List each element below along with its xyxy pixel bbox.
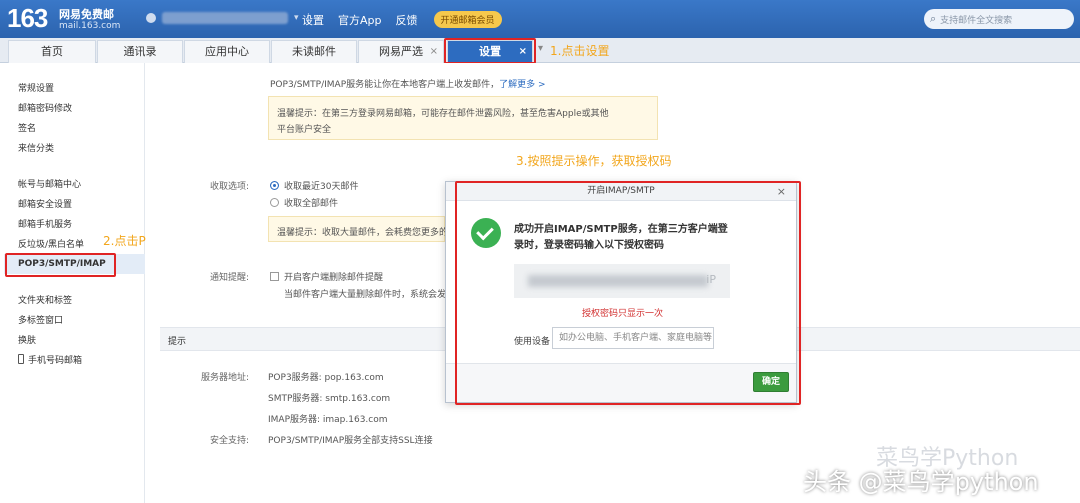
search-icon: ⌕ bbox=[930, 12, 937, 25]
warning-line-1: 温馨提示：在第三方登录网易邮箱，可能存在邮件泄露风险，甚至危害Apple或其他 bbox=[277, 109, 609, 119]
pop3-server: POP3服务器: pop.163.com bbox=[268, 373, 384, 383]
sidebar-item-security[interactable]: 邮箱安全设置 bbox=[18, 197, 72, 210]
account-name-blurred bbox=[162, 11, 288, 24]
hint-title: 提示 bbox=[168, 337, 187, 347]
chevron-down-icon[interactable]: ▾ bbox=[538, 43, 543, 54]
tab-bar: 首页 通讯录 应用中心 未读邮件 网易严选 × 设置 × ▾ bbox=[0, 38, 1080, 63]
chevron-down-icon[interactable]: ▾ bbox=[294, 13, 299, 23]
feedback-link[interactable]: 反馈 bbox=[396, 12, 418, 28]
logo-number: 163 bbox=[7, 3, 48, 33]
receive-option-30days[interactable]: 收取最近30天邮件 bbox=[270, 179, 358, 192]
receive-option-all[interactable]: 收取全部邮件 bbox=[270, 196, 338, 209]
security-support-value: POP3/SMTP/IMAP服务全部支持SSL连接 bbox=[268, 436, 433, 446]
logo[interactable]: 163 网易免费邮 mail.163.com bbox=[7, 3, 120, 33]
settings-sidebar: 常规设置 邮箱密码修改 签名 来信分类 帐号与邮箱中心 邮箱安全设置 邮箱手机服… bbox=[0, 63, 145, 503]
account-status-icon bbox=[146, 12, 156, 23]
checkbox-icon[interactable] bbox=[270, 272, 279, 281]
receive-options-label: 收取选项: bbox=[210, 182, 250, 192]
receive-warning-text: 温馨提示：收取大量邮件，会耗费您更多的 bbox=[277, 228, 449, 238]
sidebar-item-account-center[interactable]: 帐号与邮箱中心 bbox=[18, 177, 81, 190]
official-app-link[interactable]: 官方App bbox=[338, 12, 382, 28]
tab-home[interactable]: 首页 bbox=[8, 40, 96, 63]
radio-icon[interactable] bbox=[270, 181, 279, 190]
security-support-label: 安全支持: bbox=[210, 436, 250, 446]
annotation-step1: 1.点击设置 bbox=[550, 44, 610, 58]
sidebar-item-skin[interactable]: 换肤 bbox=[18, 333, 36, 346]
tab-yanxuan[interactable]: 网易严选 × bbox=[358, 40, 444, 63]
watermark-toutiao: 头条 @菜鸟学python bbox=[803, 468, 1039, 496]
sidebar-item-signature[interactable]: 签名 bbox=[18, 121, 36, 134]
tab-app-center[interactable]: 应用中心 bbox=[184, 40, 270, 63]
sidebar-item-mobile-service[interactable]: 邮箱手机服务 bbox=[18, 217, 72, 230]
intro-text: POP3/SMTP/IMAP服务能让你在本地客户端上收发邮件，了解更多 > bbox=[270, 80, 546, 90]
warning-line-2: 平台账户安全 bbox=[277, 125, 332, 135]
sidebar-item-multi-tab[interactable]: 多标签窗口 bbox=[18, 313, 63, 326]
sidebar-item-antispam[interactable]: 反垃圾/黑白名单 bbox=[18, 237, 84, 250]
receive-warning-box: 温馨提示：收取大量邮件，会耗费您更多的 bbox=[268, 216, 449, 242]
server-address-label: 服务器地址: bbox=[201, 373, 250, 383]
highlight-pop3-item bbox=[5, 253, 116, 277]
phone-icon bbox=[18, 354, 24, 364]
notify-label: 通知提醒: bbox=[210, 273, 250, 283]
tab-unread[interactable]: 未读邮件 bbox=[271, 40, 357, 63]
search-input[interactable]: ⌕ 支持邮件全文搜索 bbox=[924, 9, 1074, 29]
smtp-server: SMTP服务器: smtp.163.com bbox=[268, 394, 391, 404]
radio-icon[interactable] bbox=[270, 198, 279, 207]
top-bar: 163 网易免费邮 mail.163.com ▾ | 设置 官方App 反馈 开… bbox=[0, 0, 1080, 38]
highlight-dialog bbox=[455, 181, 801, 405]
close-icon[interactable]: × bbox=[430, 41, 438, 62]
sidebar-item-general[interactable]: 常规设置 bbox=[18, 81, 54, 94]
top-links: 设置 官方App 反馈 开通邮箱会员 bbox=[302, 11, 502, 28]
imap-server: IMAP服务器: imap.163.com bbox=[268, 415, 388, 425]
search-placeholder: 支持邮件全文搜索 bbox=[940, 15, 1013, 26]
notify-description: 当邮件客户端大量删除邮件时，系统会发送 bbox=[284, 290, 456, 300]
notify-delete-option[interactable]: 开启客户端删除邮件提醒 bbox=[270, 270, 383, 283]
sidebar-item-filters[interactable]: 来信分类 bbox=[18, 141, 54, 154]
highlight-settings-tab bbox=[444, 38, 536, 64]
tab-contacts[interactable]: 通讯录 bbox=[97, 40, 183, 63]
logo-name: 网易免费邮 bbox=[59, 8, 114, 21]
account-menu[interactable]: ▾ | bbox=[146, 11, 312, 24]
learn-more-link[interactable]: 了解更多 > bbox=[499, 80, 545, 90]
warning-box: 温馨提示：在第三方登录网易邮箱，可能存在邮件泄露风险，甚至危害Apple或其他 … bbox=[268, 96, 658, 140]
sidebar-item-folders[interactable]: 文件夹和标签 bbox=[18, 293, 72, 306]
settings-link[interactable]: 设置 bbox=[302, 12, 324, 28]
annotation-step3: 3.按照提示操作，获取授权码 bbox=[516, 154, 672, 168]
logo-url: mail.163.com bbox=[59, 21, 121, 31]
vip-button[interactable]: 开通邮箱会员 bbox=[433, 11, 502, 28]
sidebar-item-phone-mail[interactable]: 手机号码邮箱 bbox=[18, 353, 82, 366]
sidebar-item-password[interactable]: 邮箱密码修改 bbox=[18, 101, 72, 114]
